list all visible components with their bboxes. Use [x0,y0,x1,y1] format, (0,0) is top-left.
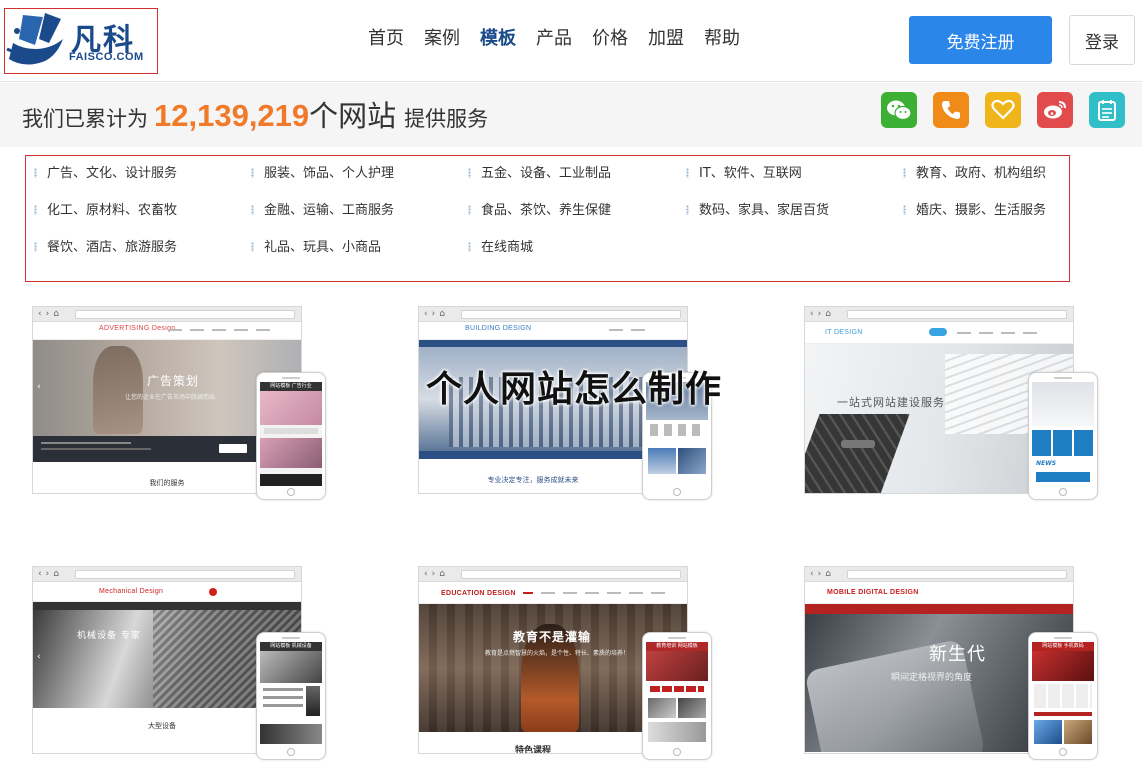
category-link[interactable]: 五金、设备、工业制品 [468,165,611,183]
stats-unit: 个网站 [309,99,397,133]
bullet-icon [468,205,471,215]
category-link[interactable]: 餐饮、酒店、旅游服务 [34,239,177,257]
browser-nav-icon: ‹›⌂ [424,569,449,579]
nav-cases[interactable]: 案例 [414,26,470,52]
browser-nav-icon: ‹›⌂ [38,309,63,319]
category-link[interactable]: 广告、文化、设计服务 [34,165,177,183]
stats-bar: 我们已累计为 12,139,219 个网站 提供服务 [0,83,1142,147]
browser-nav-icon: ‹›⌂ [38,569,63,579]
bullet-icon [251,205,254,215]
bullet-icon [468,168,471,178]
phone-mockup: NEWS [1028,372,1098,500]
stats-suffix: 提供服务 [404,107,489,131]
heart-icon[interactable] [985,92,1021,128]
browser-nav-icon: ‹›⌂ [810,569,835,579]
phone-mockup: 网站模板 手机数码 [1028,632,1098,760]
template-logo: ADVERTISING Design [99,325,176,332]
browser-nav-icon: ‹›⌂ [424,309,449,319]
template-logo: IT DESIGN [825,329,863,336]
login-button[interactable]: 登录 [1069,15,1135,65]
category-link[interactable]: 礼品、玩具、小商品 [251,239,381,257]
nav-products[interactable]: 产品 [526,26,582,52]
category-link[interactable]: 数码、家具、家居百货 [686,202,829,220]
notepad-icon[interactable] [1089,92,1125,128]
main-nav: 首页 案例 模板 产品 价格 加盟 帮助 [358,26,750,52]
category-link[interactable]: 服装、饰品、个人护理 [251,165,394,183]
register-button[interactable]: 免费注册 [909,16,1052,64]
bullet-icon [686,168,689,178]
bullet-icon [34,242,37,252]
bullet-icon [903,205,906,215]
phone-icon[interactable] [933,92,969,128]
nav-franchise[interactable]: 加盟 [638,26,694,52]
category-link[interactable]: IT、软件、互联网 [686,165,802,183]
bullet-icon [251,242,254,252]
category-link[interactable]: 婚庆、摄影、生活服务 [903,202,1046,220]
bullet-icon [34,168,37,178]
contact-icons [881,92,1125,128]
bullet-icon [686,205,689,215]
nav-templates[interactable]: 模板 [470,26,526,52]
wechat-icon[interactable] [881,92,917,128]
nav-home[interactable]: 首页 [358,26,414,52]
category-link[interactable]: 金融、运输、工商服务 [251,202,394,220]
carousel-left-icon[interactable]: ‹ [37,652,41,662]
category-link[interactable]: 教育、政府、机构组织 [903,165,1046,183]
site-count: 12,139,219 [154,98,310,133]
template-logo: Mechanical Design [99,588,164,595]
category-link[interactable]: 食品、茶饮、养生保健 [468,202,611,220]
stats-line: 我们已累计为 12,139,219 个网站 提供服务 [22,93,488,135]
stats-prefix: 我们已累计为 [22,107,148,131]
template-logo: MOBILE DIGITAL DESIGN [827,589,919,596]
site-logo[interactable]: 凡科 FAISCO.COM [4,8,158,74]
weibo-icon[interactable] [1037,92,1073,128]
template-logo: BUILDING DESIGN [465,325,532,332]
browser-nav-icon: ‹›⌂ [810,309,835,319]
logo-text-en: FAISCO.COM [69,51,144,63]
template-logo: EDUCATION DESIGN [441,590,516,597]
bullet-icon [468,242,471,252]
top-header: 凡科 FAISCO.COM 首页 案例 模板 产品 价格 加盟 帮助 免费注册 … [0,0,1142,82]
category-link[interactable]: 化工、原材料、农畜牧 [34,202,177,220]
phone-mockup: 网站模板 机械设备 [256,632,326,760]
overlay-title: 个人网站怎么制作 [426,369,723,410]
nav-help[interactable]: 帮助 [694,26,750,52]
phone-mockup: 教育培训 网站模板 [642,632,712,760]
boat-logo-icon [6,13,63,65]
bullet-icon [34,205,37,215]
carousel-left-icon[interactable]: ‹ [37,382,41,392]
bullet-icon [251,168,254,178]
phone-mockup: 网站模板 广告行业 [256,372,326,500]
category-link[interactable]: 在线商城 [468,239,533,257]
bullet-icon [903,168,906,178]
nav-pricing[interactable]: 价格 [582,26,638,52]
industry-category-panel: 广告、文化、设计服务 服装、饰品、个人护理 五金、设备、工业制品 IT、软件、互… [25,155,1070,282]
